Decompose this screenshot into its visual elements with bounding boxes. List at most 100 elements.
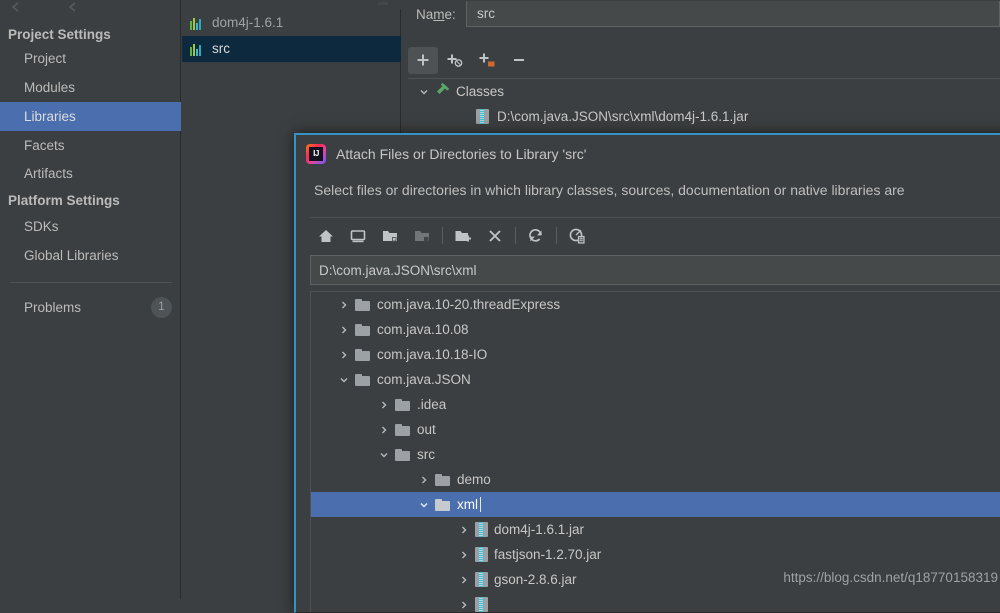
tree-row-label: com.java.JSON [377, 372, 471, 387]
project-folder-icon[interactable] [374, 222, 406, 250]
sidebar-item-sdks[interactable]: SDKs [0, 212, 181, 241]
file-chooser-toolbar [310, 217, 1000, 251]
classes-root-icon [434, 82, 450, 101]
path-input-value: D:\com.java.JSON\src\xml [319, 262, 477, 278]
problems-count-badge: 1 [151, 297, 172, 318]
dialog-title-bar: Attach Files or Directories to Library '… [296, 135, 1000, 173]
library-icon [190, 17, 205, 30]
add-from-source-button[interactable] [440, 47, 470, 74]
tree-row[interactable]: src [311, 442, 1000, 467]
tree-row[interactable]: com.java.10.08 [311, 317, 1000, 342]
tree-row-partial[interactable] [311, 592, 1000, 612]
sidebar-item-label: Modules [24, 80, 76, 95]
tree-row[interactable]: out [311, 417, 1000, 442]
add-button[interactable] [408, 46, 438, 74]
refresh-icon[interactable] [520, 222, 552, 250]
folder-icon [435, 498, 451, 511]
folder-icon [395, 398, 411, 411]
path-input[interactable]: D:\com.java.JSON\src\xml [310, 255, 1000, 285]
folder-icon [395, 448, 411, 461]
sidebar-item-label: Libraries [24, 109, 76, 124]
library-icon [190, 43, 205, 56]
tree-row-label: src [417, 447, 435, 462]
tree-row-selected[interactable]: xml [311, 492, 1000, 517]
tree-row[interactable]: dom4j-1.6.1.jar [311, 517, 1000, 542]
library-name-input[interactable]: src [466, 1, 1000, 27]
chevron-right-icon[interactable] [453, 525, 475, 535]
library-list-item[interactable]: dom4j-1.6.1 [182, 10, 401, 36]
tree-row-label: com.java.10.08 [377, 322, 469, 337]
chevron-right-icon[interactable] [373, 400, 395, 410]
chevron-down-icon[interactable] [414, 87, 434, 97]
attach-files-dialog: Attach Files or Directories to Library '… [294, 133, 1000, 613]
jar-path-label: D:\com.java.JSON\src\xml\dom4j-1.6.1.jar [497, 109, 749, 124]
desktop-icon[interactable] [342, 222, 374, 250]
sidebar-item-libraries[interactable]: Libraries [0, 102, 181, 131]
library-item-label: src [212, 41, 230, 56]
toolbar-separator [556, 227, 557, 244]
file-tree: com.java.10-20.threadExpress com.java.10… [310, 291, 1000, 612]
chevron-right-icon[interactable] [453, 600, 475, 610]
tree-row[interactable]: com.java.10.18-IO [311, 342, 1000, 367]
chevron-down-icon[interactable] [413, 500, 435, 510]
tree-row-label: gson-2.8.6.jar [494, 572, 577, 587]
toolbar-separator [515, 227, 516, 244]
tree-row-label: demo [457, 472, 491, 487]
sidebar-item-project[interactable]: Project [0, 44, 181, 73]
sidebar-item-label: SDKs [24, 219, 59, 234]
settings-sidebar: Project Settings Project Modules Librari… [0, 0, 181, 599]
sidebar-item-label: Project [24, 51, 67, 66]
chevron-right-icon[interactable] [333, 300, 355, 310]
jar-icon [475, 572, 488, 587]
jar-icon [475, 522, 488, 537]
jar-icon [475, 597, 488, 612]
show-hidden-files-icon[interactable] [561, 222, 593, 250]
chevron-right-icon[interactable] [373, 425, 395, 435]
folder-icon [435, 473, 451, 486]
home-icon[interactable] [310, 222, 342, 250]
add-folder-button[interactable] [472, 47, 502, 74]
library-name-value: src [477, 6, 495, 21]
remove-button[interactable] [504, 47, 534, 74]
tree-row-label: xml [457, 497, 478, 512]
sidebar-item-label: Artifacts [24, 166, 73, 181]
sidebar-item-artifacts[interactable]: Artifacts [0, 159, 181, 188]
sidebar-item-modules[interactable]: Modules [0, 73, 181, 102]
folder-icon [355, 348, 371, 361]
new-folder-icon[interactable] [447, 222, 479, 250]
library-list-item-selected[interactable]: src [182, 36, 401, 62]
tree-row-label: dom4j-1.6.1.jar [494, 522, 585, 537]
tree-row-label: fastjson-1.2.70.jar [494, 547, 602, 562]
tree-row[interactable]: com.java.10-20.threadExpress [311, 292, 1000, 317]
chevron-right-icon[interactable] [453, 550, 475, 560]
name-label-tail: e: [444, 6, 456, 22]
tree-row[interactable]: demo [311, 467, 1000, 492]
tree-row-label: out [417, 422, 436, 437]
library-roots-toolbar [408, 46, 534, 74]
chevron-right-icon[interactable] [333, 350, 355, 360]
tree-row-label: com.java.10-20.threadExpress [377, 297, 561, 312]
tree-row-label: com.java.10.18-IO [377, 347, 488, 362]
tree-row[interactable]: com.java.JSON [311, 367, 1000, 392]
delete-icon[interactable] [479, 222, 511, 250]
tree-row-label: .idea [417, 397, 447, 412]
name-label: Name: [402, 7, 466, 22]
watermark: https://blog.csdn.net/q18770158319 [783, 570, 998, 585]
sidebar-item-global-libraries[interactable]: Global Libraries [0, 241, 181, 270]
chevron-right-icon[interactable] [453, 575, 475, 585]
sidebar-item-facets[interactable]: Facets [0, 131, 181, 160]
folder-icon [355, 373, 371, 386]
chevron-right-icon[interactable] [413, 475, 435, 485]
chevron-right-icon[interactable] [333, 325, 355, 335]
chevron-down-icon[interactable] [373, 450, 395, 460]
navigation-arrows[interactable] [8, 0, 128, 12]
name-row: Name: src [402, 0, 1000, 28]
classes-label: Classes [456, 84, 505, 99]
chevron-down-icon[interactable] [333, 375, 355, 385]
module-folder-icon [406, 222, 438, 250]
tree-row-jar-path[interactable]: D:\com.java.JSON\src\xml\dom4j-1.6.1.jar [408, 104, 1000, 129]
tree-row[interactable]: fastjson-1.2.70.jar [311, 542, 1000, 567]
dialog-title-text: Attach Files or Directories to Library '… [336, 146, 587, 162]
tree-row[interactable]: .idea [311, 392, 1000, 417]
tree-row-classes[interactable]: Classes [408, 79, 1000, 104]
